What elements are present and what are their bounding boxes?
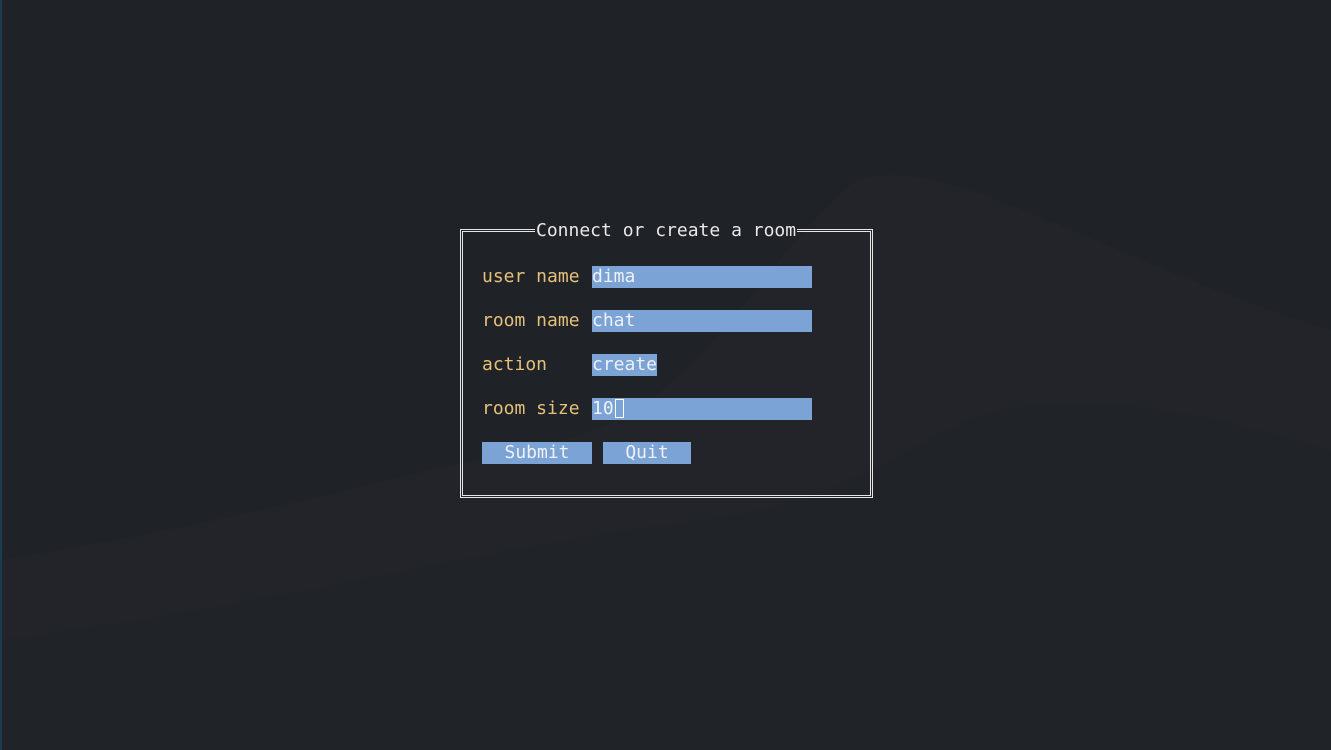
user-name-label: user name xyxy=(482,266,580,287)
room-name-input[interactable]: chat xyxy=(592,310,812,332)
submit-button[interactable]: Submit xyxy=(482,442,592,464)
action-row: action create xyxy=(482,354,658,376)
room-size-row: room size 10 xyxy=(482,398,812,420)
window-edge xyxy=(0,0,2,750)
button-row: Submit Quit xyxy=(482,442,782,464)
room-size-label: room size xyxy=(482,398,580,419)
room-name-label: room name xyxy=(482,310,580,331)
user-name-row: user name dima xyxy=(482,266,812,288)
room-name-row: room name chat xyxy=(482,310,812,332)
text-cursor xyxy=(614,399,624,418)
dialog-title: Connect or create a room xyxy=(535,220,798,242)
room-size-value: 10 xyxy=(592,398,614,419)
user-name-input[interactable]: dima xyxy=(592,266,812,288)
room-size-input[interactable]: 10 xyxy=(592,398,812,420)
connect-dialog: Connect or create a room user name dima … xyxy=(460,220,873,498)
quit-button[interactable]: Quit xyxy=(603,442,691,464)
action-label: action xyxy=(482,354,548,375)
action-select[interactable]: create xyxy=(592,354,658,376)
